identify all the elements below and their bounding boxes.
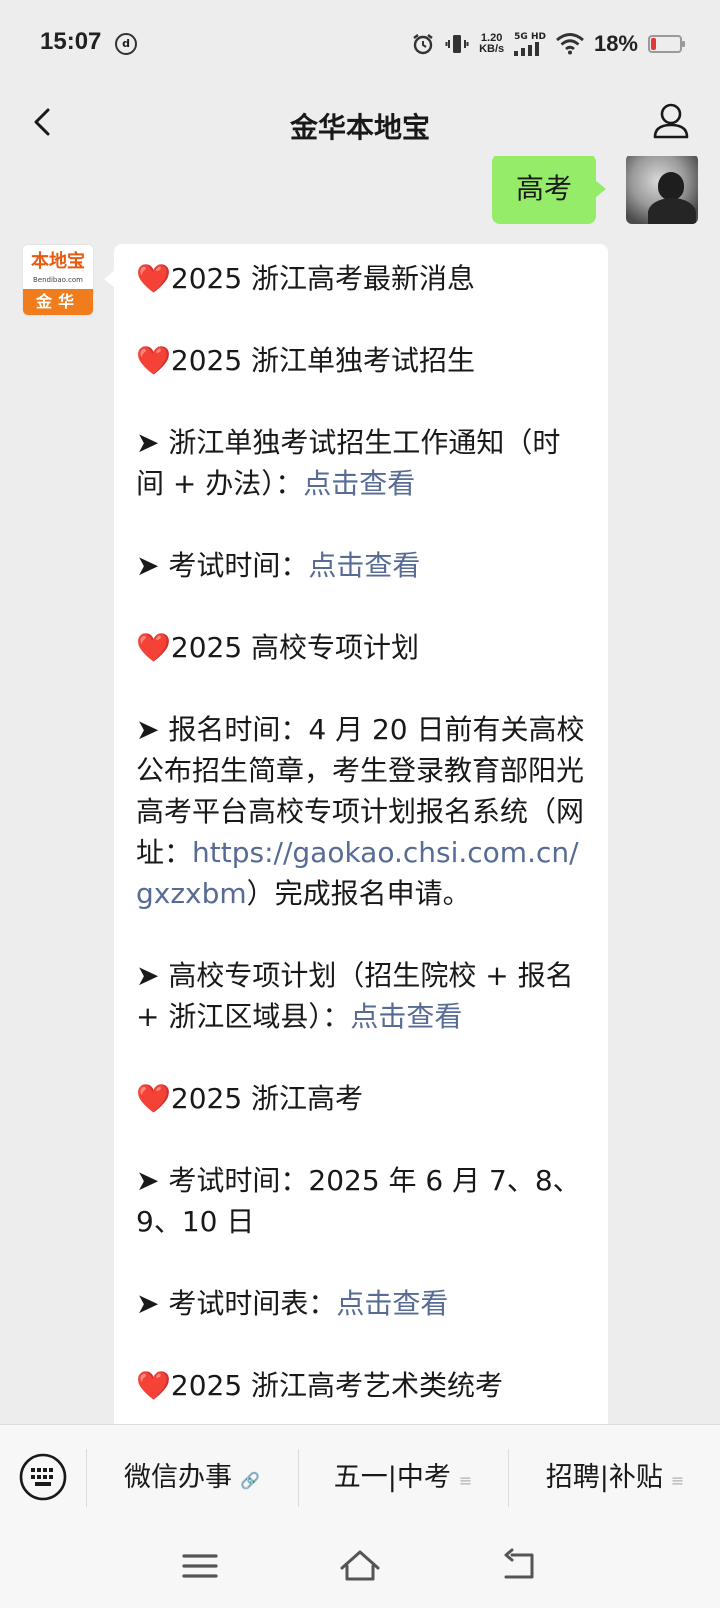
recents-icon[interactable]	[178, 1546, 222, 1586]
menu-divider	[298, 1449, 299, 1507]
person-icon[interactable]	[648, 98, 694, 144]
message-paragraph: ❤️2025 浙江高考艺术类统考	[136, 1365, 586, 1406]
logo-city: 金华	[23, 289, 93, 315]
speed-unit: KB/s	[479, 43, 505, 55]
status-icons: 1.20 KB/s 5G HD 18%	[411, 28, 685, 60]
arrow-icon: ➤	[136, 1287, 169, 1320]
menu-lines-icon: ≡	[670, 1471, 685, 1490]
menu-item-jobs-subsidy[interactable]: 招聘|补贴 ≡	[510, 1451, 720, 1505]
arrow-icon: ➤	[136, 713, 169, 746]
message-paragraph: ➤ 浙江单独考试招生工作通知（时间 + 办法）：点击查看	[136, 422, 586, 504]
menu-item-wechat-service[interactable]: 微信办事 🔗	[88, 1451, 296, 1505]
heart-icon: ❤️	[136, 344, 171, 377]
keyboard-icon[interactable]	[18, 1452, 68, 1502]
heart-icon: ❤️	[136, 1082, 171, 1115]
menu-item-label: 招聘|补贴	[545, 1462, 663, 1493]
arrow-icon: ➤	[136, 959, 169, 992]
vibrate-icon	[445, 35, 469, 53]
message-text: ）完成报名申请。	[246, 877, 471, 910]
chat-area[interactable]: 高考 本地宝 Bendibao.com 金华 ❤️2025 浙江高考最新消息 ❤️…	[0, 156, 720, 1424]
message-paragraph: ➤ 考试时间表：点击查看	[136, 1283, 586, 1324]
message-text: 考试时间：2025 年 6 月 7、8、9、10 日	[136, 1164, 581, 1238]
network-speed: 1.20 KB/s	[479, 33, 504, 55]
logo-url: Bendibao.com	[32, 276, 83, 284]
bot-message-bubble[interactable]: ❤️2025 浙江高考最新消息 ❤️2025 浙江单独考试招生 ➤ 浙江单独考试招生…	[104, 244, 608, 1424]
message-text: 考试时间表：	[168, 1287, 337, 1320]
avatar-shoulders	[648, 198, 696, 224]
user-avatar[interactable]	[626, 156, 698, 224]
avatar-head	[658, 172, 684, 200]
message-text: 2025 浙江高考	[170, 1082, 364, 1115]
message-text: 考试时间：	[168, 549, 309, 582]
status-time: 15:07	[40, 28, 102, 55]
message-text: 2025 高校专项计划	[170, 631, 420, 664]
arrow-icon: ➤	[136, 426, 169, 459]
dnd-icon: d	[115, 33, 137, 55]
bot-avatar[interactable]: 本地宝 Bendibao.com 金华	[22, 244, 94, 316]
message-text: 2025 浙江高考最新消息	[170, 262, 476, 295]
message-text: 2025 浙江单独考试招生	[170, 344, 476, 377]
user-message-text: 高考	[515, 172, 572, 205]
logo-name: 本地宝	[31, 251, 85, 272]
battery-level	[651, 38, 657, 50]
message-paragraph: ❤️2025 浙江高考最新消息	[136, 258, 586, 299]
system-nav-bar	[0, 1528, 720, 1608]
back-icon[interactable]	[498, 1546, 542, 1586]
page-title: 金华本地宝	[289, 111, 430, 144]
nav-bar: 金华本地宝	[0, 88, 720, 156]
battery-percent: 18%	[593, 31, 638, 56]
battery-cap	[682, 41, 685, 47]
message-paragraph: ❤️2025 高校专项计划	[136, 627, 586, 668]
message-link[interactable]: 点击查看	[308, 549, 420, 582]
heart-icon: ❤️	[136, 262, 171, 295]
wifi-icon	[556, 33, 584, 55]
message-paragraph: ➤ 考试时间：2025 年 6 月 7、8、9、10 日	[136, 1160, 586, 1242]
alarm-icon	[413, 34, 433, 55]
menu-bar: 微信办事 🔗 五一|中考 ≡ 招聘|补贴 ≡	[0, 1424, 720, 1528]
message-paragraph: ❤️2025 浙江单独考试招生	[136, 340, 586, 381]
message-paragraph: ❤️2025 浙江高考	[136, 1078, 586, 1119]
message-paragraph: ➤ 高校专项计划（招生院校 + 报名+ 浙江区域县）：点击查看	[136, 955, 586, 1037]
message-link[interactable]: 点击查看	[336, 1287, 448, 1320]
heart-icon: ❤️	[136, 1369, 171, 1402]
menu-item-label: 五一|中考	[333, 1462, 451, 1493]
signal-bars-icon	[514, 42, 540, 56]
message-paragraph: ➤ 考试时间：点击查看	[136, 545, 586, 586]
status-bar: 15:07 d 1.20 KB/s 5G HD 18%	[0, 0, 720, 88]
battery-icon	[648, 35, 685, 53]
network-label: 5G HD	[514, 32, 546, 42]
link-icon: 🔗	[240, 1471, 260, 1490]
menu-item-mayday-exam[interactable]: 五一|中考 ≡	[300, 1451, 506, 1505]
menu-divider	[508, 1449, 509, 1507]
message-link[interactable]: 点击查看	[303, 467, 415, 500]
menu-divider	[86, 1449, 87, 1507]
heart-icon: ❤️	[136, 631, 171, 664]
user-message-bubble[interactable]: 高考	[492, 156, 606, 224]
menu-item-label: 微信办事	[124, 1462, 233, 1493]
cell-signal: 5G HD	[514, 32, 546, 56]
arrow-icon: ➤	[136, 1164, 169, 1197]
logo-top: 本地宝 Bendibao.com	[23, 245, 93, 291]
message-link[interactable]: 点击查看	[350, 1000, 462, 1033]
home-icon[interactable]	[338, 1546, 382, 1586]
message-paragraph: ➤ 报名时间：4 月 20 日前有关高校公布招生简章，考生登录教育部阳光高考平台…	[136, 709, 586, 914]
message-text: 2025 浙江高考艺术类统考	[170, 1369, 504, 1402]
arrow-icon: ➤	[136, 549, 169, 582]
menu-lines-icon: ≡	[458, 1471, 473, 1490]
